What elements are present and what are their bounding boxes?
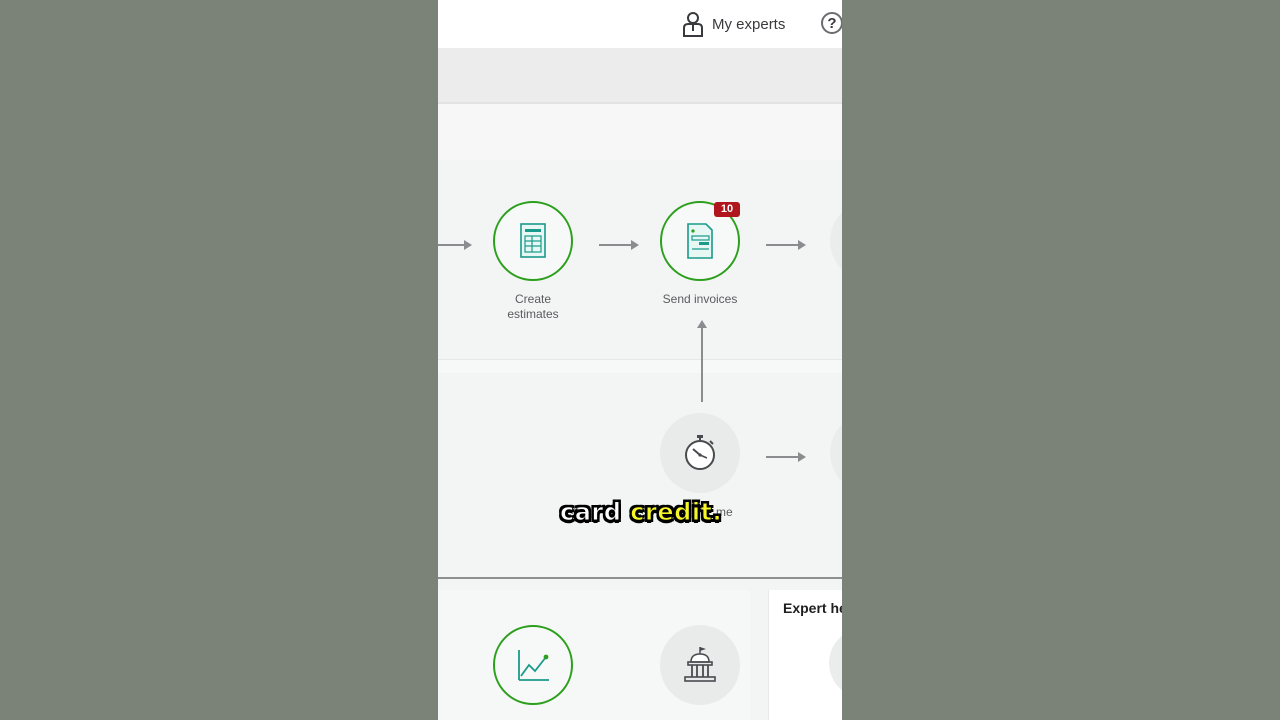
- my-experts-button[interactable]: My experts: [682, 10, 785, 38]
- workflow-row-time: [438, 373, 842, 573]
- caption-word-2: credit.: [630, 498, 723, 527]
- line-chart-icon: [518, 650, 549, 681]
- create-estimates-node[interactable]: [493, 201, 573, 281]
- taxes-node[interactable]: [660, 625, 740, 705]
- sub-header-band: [438, 48, 842, 102]
- expert-person-icon: [683, 12, 703, 37]
- estimate-document-icon: [520, 223, 546, 258]
- government-building-icon: [684, 647, 716, 682]
- send-invoices-label: Send invoices: [662, 292, 738, 306]
- my-experts-label: My experts: [712, 15, 786, 33]
- help-icon[interactable]: ?: [821, 12, 842, 34]
- invoice-document-icon: [687, 223, 713, 259]
- track-time-node[interactable]: [660, 413, 740, 493]
- top-navigation-bar: My experts ?: [438, 0, 842, 48]
- help-glyph: ?: [827, 14, 837, 32]
- flow-arrow-time-to-invoices: [697, 320, 707, 402]
- caption-word-1: card: [559, 498, 622, 527]
- invoice-count-badge: 10: [714, 202, 740, 217]
- create-estimates-label-line1: Create: [514, 292, 552, 306]
- stopwatch-icon: [685, 435, 715, 470]
- flow-arrow-invoices-to-next: [766, 240, 806, 250]
- workflow-row-separator: [438, 359, 842, 374]
- workflow-panel-header: [438, 104, 842, 160]
- flow-arrow-into-estimates: [438, 240, 472, 250]
- create-estimates-label: Create estimates: [478, 292, 588, 322]
- expert-help-card: Expert he: [768, 590, 842, 720]
- background-left: [0, 0, 438, 720]
- reports-node[interactable]: [493, 625, 573, 705]
- app-viewport: My experts ? Create estimates 10 Send in…: [438, 0, 842, 720]
- video-caption: card credit.: [559, 498, 723, 527]
- expert-help-title: Expert he: [783, 600, 842, 616]
- expert-avatar-partial[interactable]: [829, 628, 842, 698]
- flow-arrow-estimates-to-invoices: [599, 240, 639, 250]
- flow-arrow-time-to-next: [766, 452, 806, 462]
- background-right: [842, 0, 1280, 720]
- create-estimates-label-line2: estimates: [507, 307, 559, 321]
